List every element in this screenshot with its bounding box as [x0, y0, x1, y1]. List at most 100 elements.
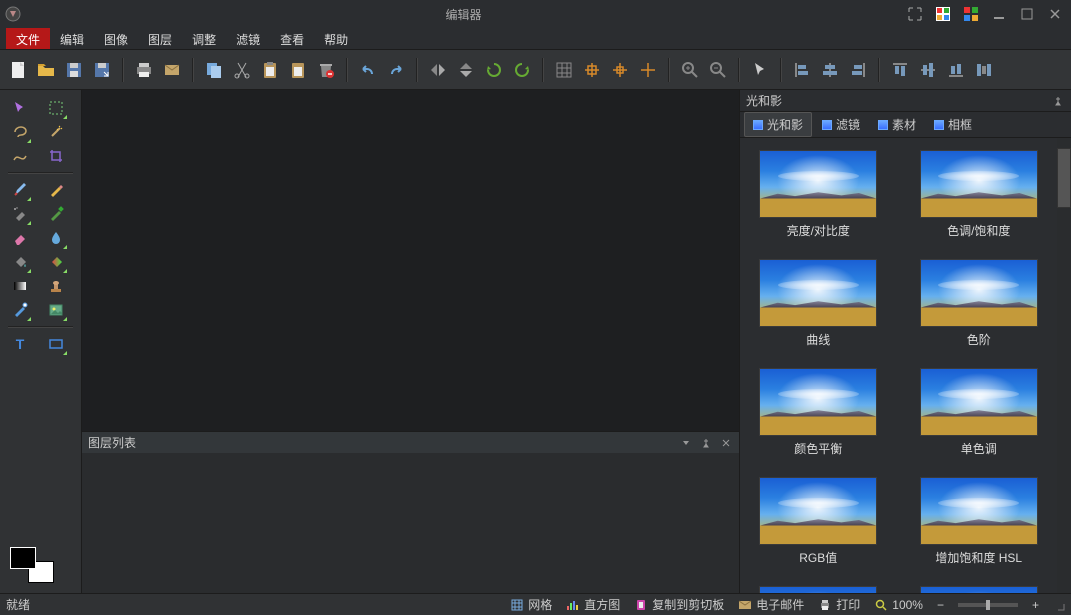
paste-new-button[interactable]	[286, 58, 310, 82]
zoom-out-button[interactable]	[706, 58, 730, 82]
image-tool[interactable]	[46, 300, 66, 320]
status-email[interactable]: 电子邮件	[738, 596, 804, 613]
save-as-button[interactable]	[90, 58, 114, 82]
copy-button[interactable]	[202, 58, 226, 82]
canvas[interactable]	[82, 90, 739, 431]
grid-button[interactable]	[552, 58, 576, 82]
path-tool[interactable]	[10, 146, 30, 166]
heal-tool[interactable]	[10, 300, 30, 320]
fullscreen-icon[interactable]	[903, 4, 927, 24]
effect-item[interactable]	[748, 586, 889, 593]
status-zoom[interactable]: 100%	[874, 598, 923, 612]
zoom-slider[interactable]	[958, 603, 1018, 607]
flip-h-button[interactable]	[426, 58, 450, 82]
zoom-in-button[interactable]	[678, 58, 702, 82]
flip-v-button[interactable]	[454, 58, 478, 82]
maximize-button[interactable]	[1015, 4, 1039, 24]
menu-filter[interactable]: 滤镜	[226, 28, 270, 49]
align-bottom-button[interactable]	[944, 58, 968, 82]
palette-icon[interactable]	[931, 4, 955, 24]
menu-image[interactable]: 图像	[94, 28, 138, 49]
color-swatch[interactable]	[0, 543, 81, 587]
pointer-button[interactable]	[748, 58, 772, 82]
undo-button[interactable]	[356, 58, 380, 82]
status-clipboard[interactable]: 复制到剪切板	[634, 596, 724, 613]
menu-view[interactable]: 查看	[270, 28, 314, 49]
crop-2-button[interactable]	[608, 58, 632, 82]
status-grid[interactable]: 网格	[510, 596, 552, 613]
eraser-tool[interactable]	[10, 228, 30, 248]
close-button[interactable]	[1043, 4, 1067, 24]
blur-tool[interactable]	[46, 228, 66, 248]
tab-material[interactable]: 素材	[870, 113, 924, 136]
menu-file[interactable]: 文件	[6, 28, 50, 49]
layers-panel-body[interactable]	[82, 453, 739, 593]
fg-color-swatch[interactable]	[10, 547, 36, 569]
minimize-button[interactable]	[987, 4, 1011, 24]
scrollbar-thumb[interactable]	[1057, 148, 1071, 208]
cut-button[interactable]	[230, 58, 254, 82]
effect-color-balance[interactable]: 颜色平衡	[748, 368, 889, 457]
effect-rgb[interactable]: RGB值	[748, 477, 889, 566]
status-zoom-out[interactable]: −	[937, 598, 944, 612]
marker-tool[interactable]	[46, 204, 66, 224]
lasso-tool[interactable]	[10, 122, 30, 142]
email-button[interactable]	[160, 58, 184, 82]
paste-button[interactable]	[258, 58, 282, 82]
rotate-right-button[interactable]	[510, 58, 534, 82]
magic-wand-tool[interactable]	[46, 122, 66, 142]
effects-list[interactable]: 亮度/对比度 色调/饱和度 曲线 色阶 颜色平衡 单色调 RGB值 增加饱和度 …	[740, 138, 1057, 593]
dropdown-icon[interactable]	[679, 436, 693, 450]
new-file-button[interactable]	[6, 58, 30, 82]
delete-button[interactable]	[314, 58, 338, 82]
effect-item[interactable]	[909, 586, 1050, 593]
align-top-button[interactable]	[888, 58, 912, 82]
status-zoom-in[interactable]: +	[1032, 598, 1039, 612]
brush-tool[interactable]	[10, 180, 30, 200]
status-histogram[interactable]: 直方图	[566, 596, 620, 613]
align-center-v-button[interactable]	[916, 58, 940, 82]
align-center-h-button[interactable]	[818, 58, 842, 82]
marquee-tool[interactable]	[46, 98, 66, 118]
scrollbar[interactable]	[1057, 138, 1071, 593]
menu-adjust[interactable]: 调整	[182, 28, 226, 49]
tab-filter[interactable]: 滤镜	[814, 113, 868, 136]
crop-1-button[interactable]	[580, 58, 604, 82]
align-right-button[interactable]	[846, 58, 870, 82]
tab-light-shadow[interactable]: 光和影	[744, 112, 812, 137]
effect-brightness-contrast[interactable]: 亮度/对比度	[748, 150, 889, 239]
stamp-tool[interactable]	[46, 276, 66, 296]
effect-hsl-boost[interactable]: 增加饱和度 HSL	[909, 477, 1050, 566]
grid-colors-icon[interactable]	[959, 4, 983, 24]
close-panel-icon[interactable]	[719, 436, 733, 450]
menu-help[interactable]: 帮助	[314, 28, 358, 49]
open-file-button[interactable]	[34, 58, 58, 82]
resize-grip-icon[interactable]	[1053, 599, 1065, 611]
rotate-left-button[interactable]	[482, 58, 506, 82]
shape-tool[interactable]	[46, 334, 66, 354]
effect-hue-saturation[interactable]: 色调/饱和度	[909, 150, 1050, 239]
distribute-button[interactable]	[972, 58, 996, 82]
gradient-tool[interactable]	[10, 276, 30, 296]
select-tool[interactable]	[10, 98, 30, 118]
text-tool[interactable]: T	[10, 334, 30, 354]
crop-tool[interactable]	[46, 146, 66, 166]
bucket-tool[interactable]	[10, 252, 30, 272]
status-print[interactable]: 打印	[818, 596, 860, 613]
save-button[interactable]	[62, 58, 86, 82]
redo-button[interactable]	[384, 58, 408, 82]
crop-3-button[interactable]	[636, 58, 660, 82]
airbrush-tool[interactable]	[10, 204, 30, 224]
pin-icon[interactable]	[1051, 94, 1065, 108]
gradient-bucket-tool[interactable]	[46, 252, 66, 272]
print-button[interactable]	[132, 58, 156, 82]
effect-monochrome[interactable]: 单色调	[909, 368, 1050, 457]
align-left-button[interactable]	[790, 58, 814, 82]
menu-edit[interactable]: 编辑	[50, 28, 94, 49]
effect-levels[interactable]: 色阶	[909, 259, 1050, 348]
menu-layer[interactable]: 图层	[138, 28, 182, 49]
pin-icon[interactable]	[699, 436, 713, 450]
pencil-tool[interactable]	[46, 180, 66, 200]
effect-curves[interactable]: 曲线	[748, 259, 889, 348]
tab-frame[interactable]: 相框	[926, 113, 980, 136]
